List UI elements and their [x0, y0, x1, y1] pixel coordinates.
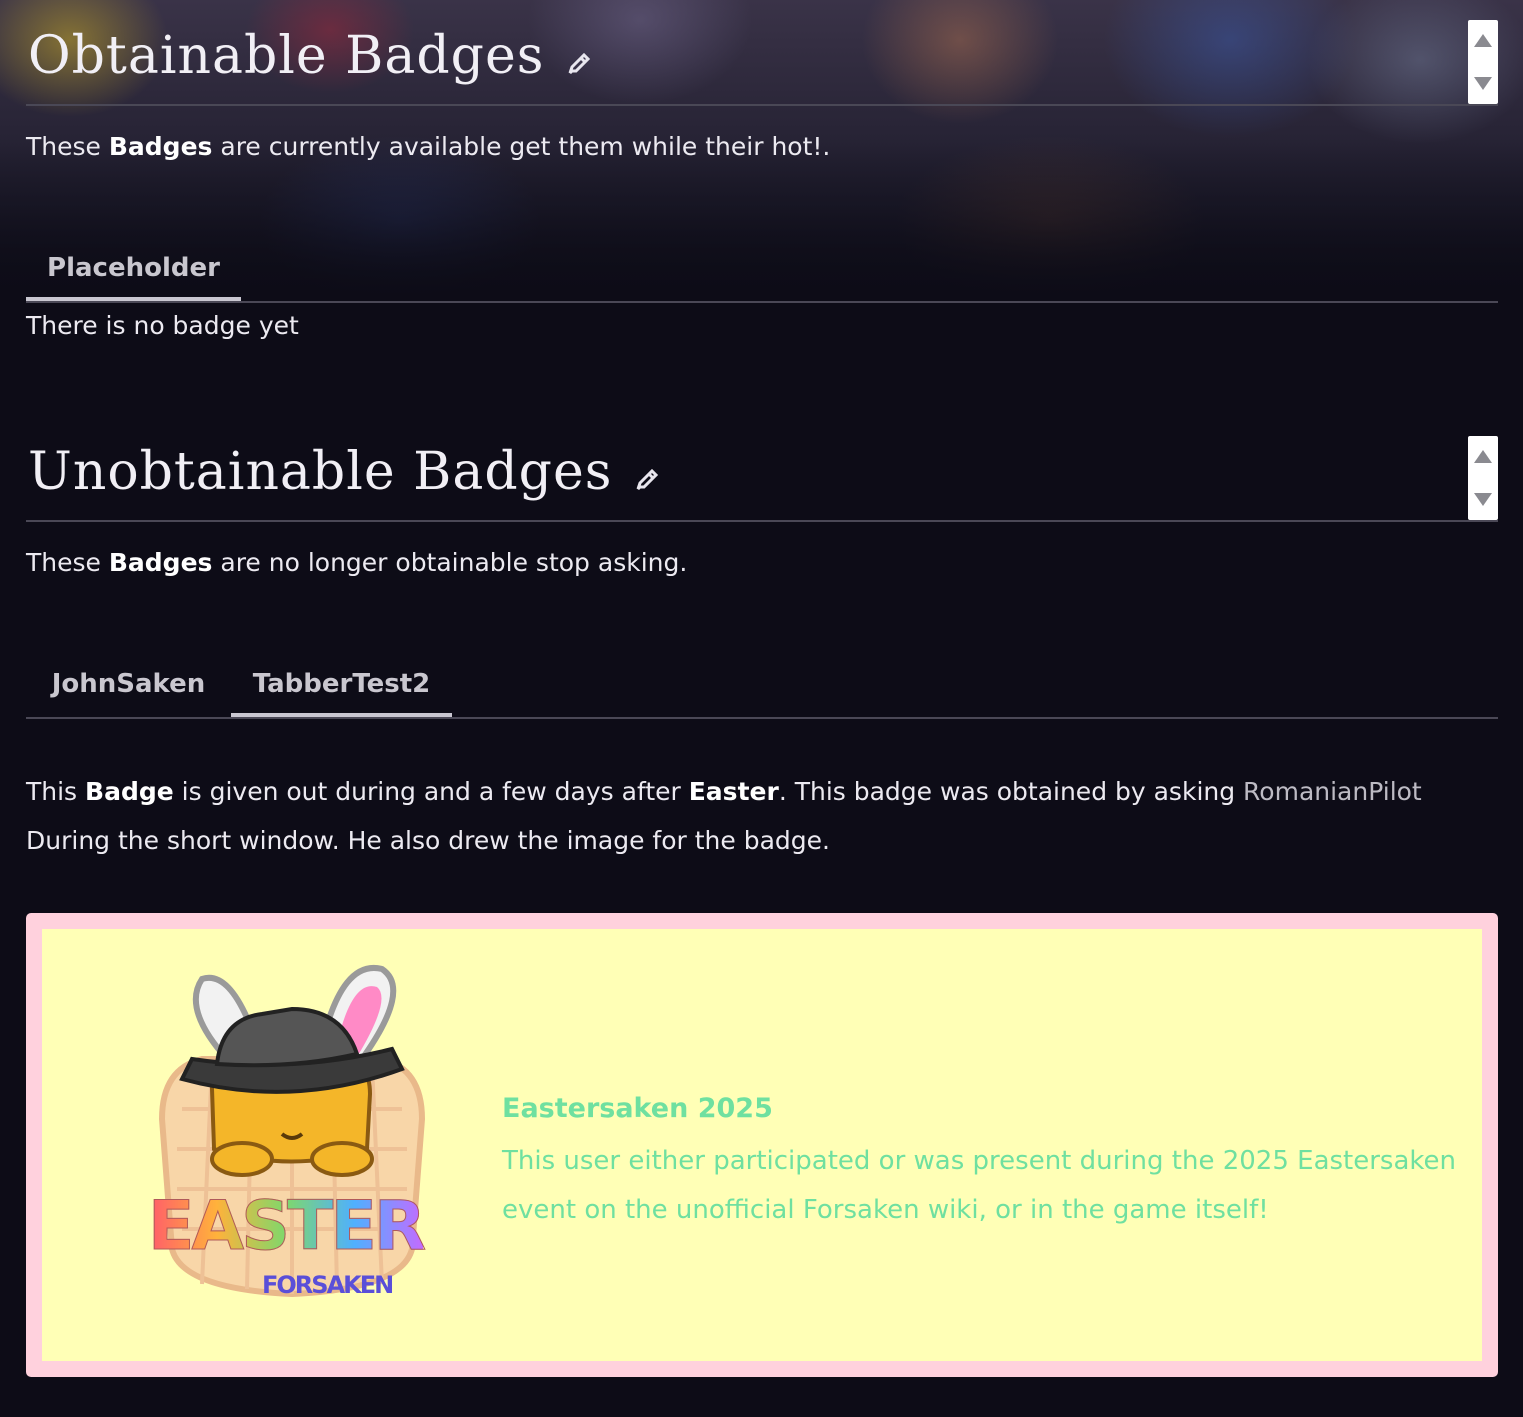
easter-badge-image: EASTER FORSAKEN — [142, 949, 442, 1333]
desc-bold: Badges — [108, 132, 213, 161]
body-bold: Badge — [85, 777, 174, 806]
body-text: . This badge was obtained by asking — [778, 777, 1244, 806]
pencil-icon[interactable] — [634, 446, 662, 506]
body-text: is given out during and a few days after — [173, 777, 689, 806]
unobtainable-heading: Unobtainable Badges — [28, 442, 662, 506]
body-text: During the short window. He also drew th… — [26, 826, 830, 855]
obtainable-section-header: Obtainable Badges — [26, 0, 1498, 106]
obtainable-heading-text: Obtainable Badges — [28, 26, 545, 86]
desc-text: These — [26, 132, 109, 161]
section-scroll-buttons — [1468, 436, 1498, 520]
desc-bold: Badges — [108, 548, 213, 577]
user-link-romanianpilot[interactable]: RomanianPilot — [1243, 777, 1422, 806]
unobtainable-section-header: Unobtainable Badges — [26, 416, 1498, 522]
unobtainable-description: These Badges are no longer obtainable st… — [26, 548, 687, 577]
triangle-down-icon[interactable] — [1474, 493, 1492, 506]
tab-johnsaken[interactable]: JohnSaken — [26, 659, 231, 713]
badge-image-text-sub: FORSAKEN — [262, 1271, 394, 1299]
tab-placeholder[interactable]: Placeholder — [26, 243, 241, 301]
badge-description: This user either participated or was pre… — [502, 1146, 1457, 1225]
obtainable-description: These Badges are currently available get… — [26, 132, 830, 161]
desc-text: These — [26, 548, 109, 577]
unobtainable-tab-bar: JohnSaken TabberTest2 — [26, 659, 1498, 719]
badge-title: Eastersaken 2025 — [502, 1093, 773, 1124]
page: Obtainable Badges These Badges are curre… — [0, 0, 1523, 1417]
section-scroll-buttons — [1468, 20, 1498, 104]
obtainable-heading: Obtainable Badges — [28, 26, 594, 90]
badge-card: EASTER FORSAKEN Eastersaken 2025 This us… — [26, 913, 1498, 1377]
desc-text: are no longer obtainable stop asking. — [212, 548, 688, 577]
obtainable-tab-content: There is no badge yet — [26, 311, 299, 340]
badge-info-text: This Badge is given out during and a few… — [26, 767, 1498, 865]
triangle-down-icon[interactable] — [1474, 77, 1492, 90]
obtainable-tab-bar: Placeholder — [26, 243, 1498, 303]
triangle-up-icon[interactable] — [1474, 34, 1492, 47]
badge-image-text-main: EASTER — [147, 1187, 426, 1267]
body-bold: Easter — [688, 777, 779, 806]
badge-card-inner: EASTER FORSAKEN Eastersaken 2025 This us… — [42, 929, 1482, 1361]
tab-tabbertest2[interactable]: TabberTest2 — [231, 659, 452, 717]
unobtainable-heading-text: Unobtainable Badges — [28, 442, 613, 502]
pencil-icon[interactable] — [566, 30, 594, 90]
triangle-up-icon[interactable] — [1474, 450, 1492, 463]
body-text: This — [26, 777, 86, 806]
desc-text: are currently available get them while t… — [212, 132, 831, 161]
